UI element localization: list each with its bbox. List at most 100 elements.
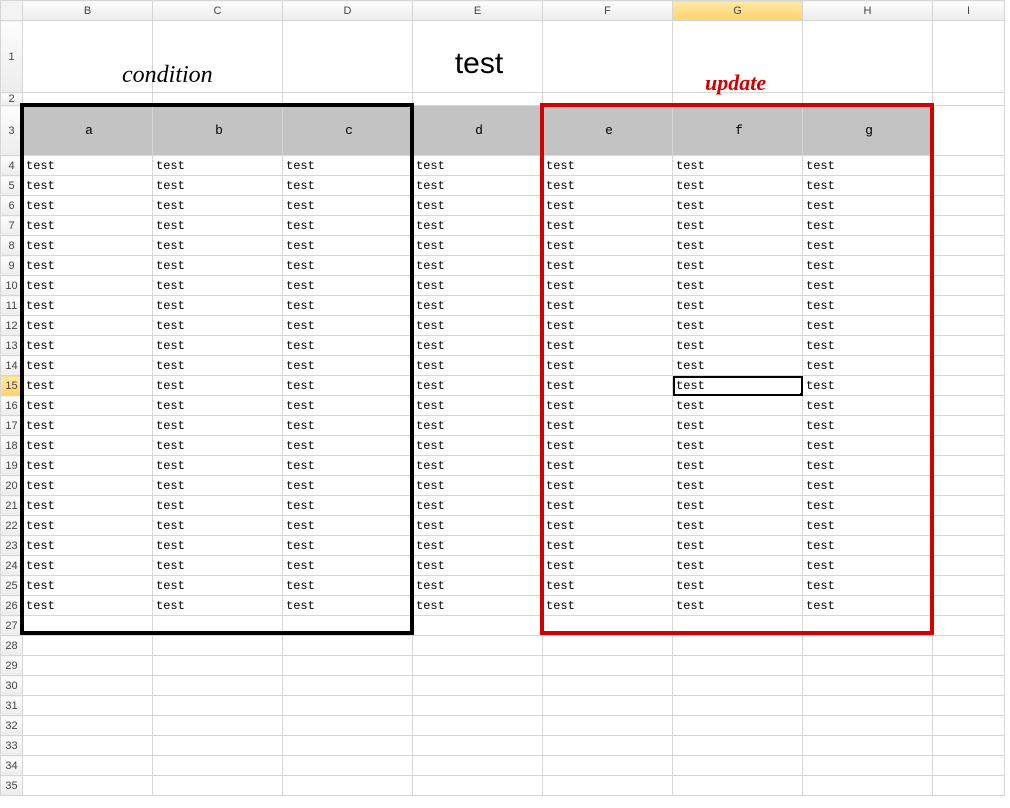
cell-H33[interactable]	[803, 736, 933, 756]
cell-B21[interactable]: test	[23, 496, 153, 516]
cell-D25[interactable]: test	[283, 576, 413, 596]
cell-C8[interactable]: test	[153, 236, 283, 256]
row-header-34[interactable]: 34	[1, 756, 23, 776]
cell-I10[interactable]	[933, 276, 1005, 296]
col-header-I[interactable]: I	[933, 1, 1005, 21]
cell-H30[interactable]	[803, 676, 933, 696]
cell-I20[interactable]	[933, 476, 1005, 496]
cell-G9[interactable]: test	[673, 256, 803, 276]
cell-H24[interactable]: test	[803, 556, 933, 576]
cell-G6[interactable]: test	[673, 196, 803, 216]
cell-D2[interactable]	[283, 93, 413, 106]
cell-F7[interactable]: test	[543, 216, 673, 236]
cell-I30[interactable]	[933, 676, 1005, 696]
row-header-26[interactable]: 26	[1, 596, 23, 616]
cell-E19[interactable]: test	[413, 456, 543, 476]
spreadsheet-grid[interactable]: B C D E F G H I 1test23abcdefg4testtestt…	[0, 0, 1010, 808]
cell-D1[interactable]	[283, 21, 413, 93]
row-header-22[interactable]: 22	[1, 516, 23, 536]
cell-F15[interactable]: test	[543, 376, 673, 396]
cell-C32[interactable]	[153, 716, 283, 736]
cell-F33[interactable]	[543, 736, 673, 756]
cell-B34[interactable]	[23, 756, 153, 776]
cell-E12[interactable]: test	[413, 316, 543, 336]
cell-I6[interactable]	[933, 196, 1005, 216]
cell-G32[interactable]	[673, 716, 803, 736]
cell-C7[interactable]: test	[153, 216, 283, 236]
cell-D31[interactable]	[283, 696, 413, 716]
cell-C29[interactable]	[153, 656, 283, 676]
cell-D6[interactable]: test	[283, 196, 413, 216]
cell-B28[interactable]	[23, 636, 153, 656]
cell-I16[interactable]	[933, 396, 1005, 416]
cell-H13[interactable]: test	[803, 336, 933, 356]
cell-F27[interactable]	[543, 616, 673, 636]
row-header-1[interactable]: 1	[1, 21, 23, 93]
cell-D9[interactable]: test	[283, 256, 413, 276]
cell-F29[interactable]	[543, 656, 673, 676]
cell-I9[interactable]	[933, 256, 1005, 276]
cell-I24[interactable]	[933, 556, 1005, 576]
cell-H1[interactable]	[803, 21, 933, 93]
data-header-b[interactable]: b	[153, 106, 283, 156]
cell-G18[interactable]: test	[673, 436, 803, 456]
cell-B7[interactable]: test	[23, 216, 153, 236]
cell-C13[interactable]: test	[153, 336, 283, 356]
cell-G34[interactable]	[673, 756, 803, 776]
cell-G12[interactable]: test	[673, 316, 803, 336]
cell-B4[interactable]: test	[23, 156, 153, 176]
cell-E6[interactable]: test	[413, 196, 543, 216]
cell-C9[interactable]: test	[153, 256, 283, 276]
cell-F14[interactable]: test	[543, 356, 673, 376]
cell-G24[interactable]: test	[673, 556, 803, 576]
cell-E15[interactable]: test	[413, 376, 543, 396]
cell-I12[interactable]	[933, 316, 1005, 336]
cell-G4[interactable]: test	[673, 156, 803, 176]
cell-D32[interactable]	[283, 716, 413, 736]
cell-C21[interactable]: test	[153, 496, 283, 516]
cell-H2[interactable]	[803, 93, 933, 106]
cell-F31[interactable]	[543, 696, 673, 716]
cell-G16[interactable]: test	[673, 396, 803, 416]
cell-D5[interactable]: test	[283, 176, 413, 196]
cell-F20[interactable]: test	[543, 476, 673, 496]
cell-G29[interactable]	[673, 656, 803, 676]
cell-F11[interactable]: test	[543, 296, 673, 316]
cell-D21[interactable]: test	[283, 496, 413, 516]
cell-F17[interactable]: test	[543, 416, 673, 436]
cell-I18[interactable]	[933, 436, 1005, 456]
cell-I27[interactable]	[933, 616, 1005, 636]
cell-I5[interactable]	[933, 176, 1005, 196]
col-header-B[interactable]: B	[23, 1, 153, 21]
col-header-D[interactable]: D	[283, 1, 413, 21]
cell-E5[interactable]: test	[413, 176, 543, 196]
cell-G26[interactable]: test	[673, 596, 803, 616]
cell-D28[interactable]	[283, 636, 413, 656]
cell-E16[interactable]: test	[413, 396, 543, 416]
data-header-g[interactable]: g	[803, 106, 933, 156]
row-header-19[interactable]: 19	[1, 456, 23, 476]
cell-H4[interactable]: test	[803, 156, 933, 176]
cell-G19[interactable]: test	[673, 456, 803, 476]
cell-I25[interactable]	[933, 576, 1005, 596]
cell-F23[interactable]: test	[543, 536, 673, 556]
row-header-21[interactable]: 21	[1, 496, 23, 516]
row-header-11[interactable]: 11	[1, 296, 23, 316]
cell-D34[interactable]	[283, 756, 413, 776]
row-header-28[interactable]: 28	[1, 636, 23, 656]
row-header-16[interactable]: 16	[1, 396, 23, 416]
cell-B8[interactable]: test	[23, 236, 153, 256]
cell-F34[interactable]	[543, 756, 673, 776]
cell-B23[interactable]: test	[23, 536, 153, 556]
cell-F26[interactable]: test	[543, 596, 673, 616]
cell-H35[interactable]	[803, 776, 933, 796]
data-header-e[interactable]: e	[543, 106, 673, 156]
cell-I7[interactable]	[933, 216, 1005, 236]
cell-E29[interactable]	[413, 656, 543, 676]
cell-I19[interactable]	[933, 456, 1005, 476]
cell-D10[interactable]: test	[283, 276, 413, 296]
cell-F9[interactable]: test	[543, 256, 673, 276]
cell-E23[interactable]: test	[413, 536, 543, 556]
cell-C35[interactable]	[153, 776, 283, 796]
cell-B32[interactable]	[23, 716, 153, 736]
